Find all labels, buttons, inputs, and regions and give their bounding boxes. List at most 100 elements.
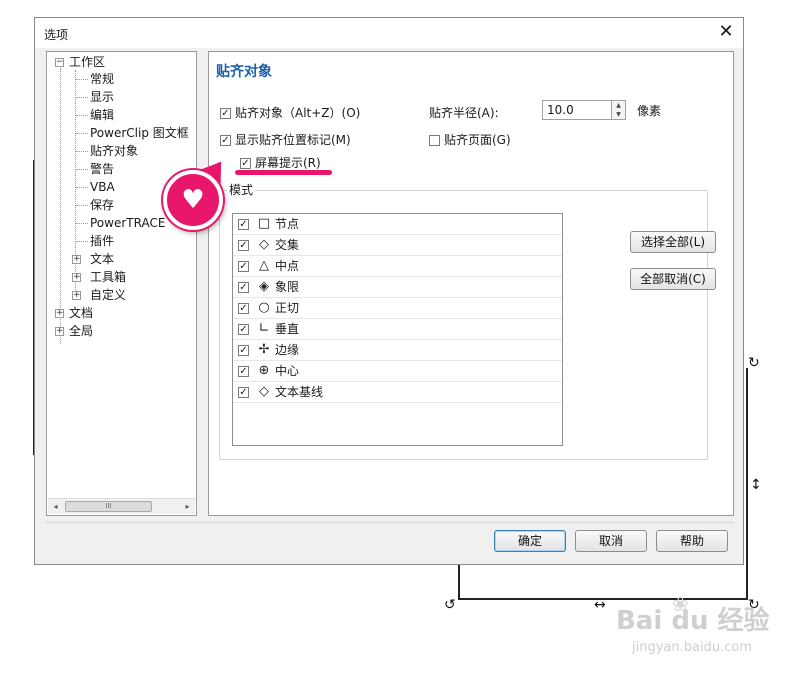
list-item[interactable]: ✓ ◇ 交集 [233, 235, 562, 256]
mode-checkbox[interactable]: ✓ [238, 219, 249, 230]
spin-up-icon[interactable]: ▲ [612, 101, 625, 110]
snap-objects-label[interactable]: 贴齐对象（Alt+Z）(O) [235, 105, 360, 121]
mode-checkbox[interactable]: ✓ [238, 345, 249, 356]
tree-node-edit[interactable]: 编辑 [90, 107, 114, 123]
tree-node-general[interactable]: 常规 [90, 71, 114, 87]
highlight-underline [235, 170, 332, 175]
options-dialog: 选项 ✕ − 工作区 常规 显示 编辑 PowerClip 图文框 贴齐对象 警… [34, 17, 744, 565]
tree-node-snap-objects[interactable]: 贴齐对象 [90, 143, 138, 159]
tree-guide [75, 70, 76, 300]
collapse-icon[interactable]: − [55, 58, 64, 67]
canvas-frame-left [458, 565, 460, 600]
tree-guide [76, 205, 88, 206]
spin-down-icon[interactable]: ▼ [612, 110, 625, 119]
tangent-icon: ○ [258, 300, 270, 315]
close-icon[interactable]: ✕ [715, 21, 737, 43]
tree-guide [76, 115, 88, 116]
expand-icon[interactable]: + [72, 273, 81, 282]
list-item[interactable]: ✓ △ 中点 [233, 256, 562, 277]
snap-page-checkbox[interactable] [429, 135, 440, 146]
tree-horizontal-scrollbar[interactable]: ◂ III ▸ [48, 498, 195, 514]
mode-checkbox[interactable]: ✓ [238, 240, 249, 251]
tree-node-save[interactable]: 保存 [90, 197, 114, 213]
tree-guide [76, 241, 88, 242]
expand-icon[interactable]: + [55, 309, 64, 318]
tree-node-label: 自定义 [90, 288, 127, 302]
mode-label: 节点 [275, 217, 300, 231]
expand-icon[interactable]: + [72, 255, 81, 264]
mode-label: 交集 [275, 238, 300, 252]
watermark-brand: Bai du 经验 [616, 606, 770, 636]
options-tree: − 工作区 常规 显示 编辑 PowerClip 图文框 贴齐对象 警告 VBA… [46, 51, 197, 516]
mode-label: 文本基线 [275, 385, 324, 399]
snap-objects-panel: 贴齐对象 ✓ 贴齐对象（Alt+Z）(O) 贴齐半径(A): 10.0 ▲ ▼ … [208, 51, 734, 516]
tree-node-powertrace[interactable]: PowerTRACE [90, 215, 165, 231]
mode-checkbox[interactable]: ✓ [238, 387, 249, 398]
tree-node-vba[interactable]: VBA [90, 179, 115, 195]
title-bar: 选项 ✕ [35, 18, 743, 48]
mode-label: 中心 [275, 364, 300, 378]
text-baseline-icon: ◇ [259, 384, 269, 399]
tree-node-label: 全局 [69, 324, 94, 338]
select-all-button[interactable]: 选择全部(L) [630, 231, 716, 253]
tree-guide [76, 133, 88, 134]
mode-label: 中点 [275, 259, 300, 273]
intersection-icon: ◇ [259, 237, 269, 252]
deselect-all-button[interactable]: 全部取消(C) [630, 268, 716, 290]
screen-tip-checkbox[interactable]: ✓ [240, 158, 251, 169]
scroll-right-icon[interactable]: ▸ [180, 499, 195, 514]
mode-checkbox[interactable]: ✓ [238, 324, 249, 335]
mode-checkbox[interactable]: ✓ [238, 261, 249, 272]
rotate-handle-icon[interactable]: ↻ [748, 356, 760, 370]
list-item[interactable]: ✓ ◈ 象限 [233, 277, 562, 298]
canvas-frame-right [746, 368, 748, 600]
tree-guide [76, 223, 88, 224]
tree-guide [76, 187, 88, 188]
tree-node-plugins[interactable]: 插件 [90, 233, 114, 249]
modes-label: 模式 [227, 182, 256, 198]
mode-checkbox[interactable]: ✓ [238, 366, 249, 377]
tree-node-label: 工具箱 [90, 270, 127, 284]
snap-page-label[interactable]: 贴齐页面(G) [444, 132, 511, 148]
screen-tip-label[interactable]: 屏幕提示(R) [255, 155, 321, 171]
tree-node-label: 文本 [90, 252, 115, 266]
snap-modes-list[interactable]: ✓ □ 节点 ✓ ◇ 交集 ✓ △ 中点 ✓ ◈ 象限 ✓ ○ 正切 ✓ ∟ 垂… [232, 213, 563, 446]
mode-checkbox[interactable]: ✓ [238, 303, 249, 314]
quadrant-icon: ◈ [259, 279, 269, 294]
mode-checkbox[interactable]: ✓ [238, 282, 249, 293]
list-item[interactable]: ✓ ◇ 文本基线 [233, 382, 562, 403]
snap-radius-stepper[interactable]: ▲ ▼ [611, 100, 626, 120]
tree-node-label: 文档 [69, 306, 94, 320]
watermark-url: jingyan.baidu.com [632, 640, 752, 655]
expand-icon[interactable]: + [55, 327, 64, 336]
expand-icon[interactable]: + [72, 291, 81, 300]
list-item[interactable]: ✓ ✢ 边缘 [233, 340, 562, 361]
list-item[interactable]: ✓ ∟ 垂直 [233, 319, 562, 340]
scroll-thumb[interactable]: III [65, 501, 152, 512]
tree-node-powerclip[interactable]: PowerClip 图文框 [90, 125, 189, 141]
node-icon: □ [257, 216, 271, 231]
tree-node-display[interactable]: 显示 [90, 89, 114, 105]
heart-icon: ♥ [163, 170, 223, 230]
scroll-left-icon[interactable]: ◂ [48, 499, 63, 514]
cancel-button[interactable]: 取消 [575, 530, 647, 552]
help-button[interactable]: 帮助 [656, 530, 728, 552]
rotate-handle-bl-icon[interactable]: ↺ [444, 598, 456, 612]
tree-guide [76, 79, 88, 80]
snap-radius-label: 贴齐半径(A): [429, 106, 499, 120]
show-marker-label[interactable]: 显示贴齐位置标记(M) [235, 132, 351, 148]
scale-horizontal-handle-icon[interactable]: ↔ [594, 598, 606, 612]
list-item[interactable]: ✓ ○ 正切 [233, 298, 562, 319]
tree-node-warnings[interactable]: 警告 [90, 161, 114, 177]
snap-objects-checkbox[interactable]: ✓ [220, 108, 231, 119]
scale-vertical-handle-icon[interactable]: ↕ [750, 478, 762, 492]
ok-button[interactable]: 确定 [494, 530, 566, 552]
show-marker-checkbox[interactable]: ✓ [220, 135, 231, 146]
list-item[interactable]: ✓ ⊕ 中心 [233, 361, 562, 382]
edge-icon: ✢ [258, 342, 270, 357]
footer-divider [46, 522, 734, 523]
mode-label: 垂直 [275, 322, 300, 336]
list-item[interactable]: ✓ □ 节点 [233, 214, 562, 235]
tree-guide [76, 151, 88, 152]
tree-guide [76, 97, 88, 98]
